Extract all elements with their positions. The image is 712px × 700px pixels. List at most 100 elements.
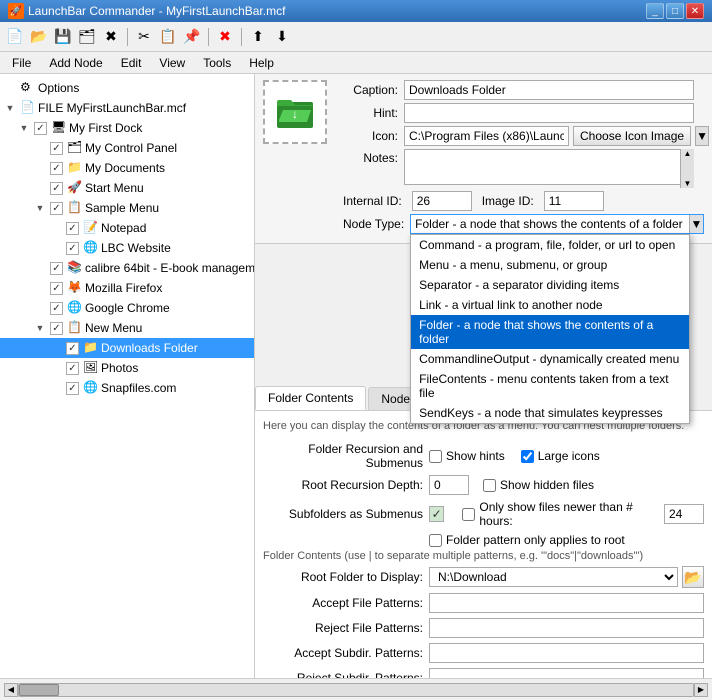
tree-item-controlpanel[interactable]: 🗂 My Control Panel xyxy=(0,138,254,158)
expand-sample[interactable]: ▼ xyxy=(32,200,48,216)
close-button[interactable]: ✕ xyxy=(686,3,704,19)
node-type-select[interactable]: Folder - a node that shows the contents … xyxy=(410,214,704,234)
pattern-input[interactable] xyxy=(429,534,442,547)
tree-item-file[interactable]: ▼ 📄 FILE MyFirstLaunchBar.mcf xyxy=(0,98,254,118)
tree-item-startmenu[interactable]: 🚀 Start Menu xyxy=(0,178,254,198)
check-newmenu[interactable] xyxy=(50,322,63,335)
image-id-input[interactable] xyxy=(544,191,604,211)
check-firefox[interactable] xyxy=(50,282,63,295)
check-snapfiles[interactable] xyxy=(66,382,79,395)
scroll-track[interactable] xyxy=(18,683,694,697)
tree-item-firefox[interactable]: 🦊 Mozilla Firefox xyxy=(0,278,254,298)
expand-dock[interactable]: ▼ xyxy=(16,120,32,136)
check-chrome[interactable] xyxy=(50,302,63,315)
hint-input[interactable] xyxy=(404,103,694,123)
tree-item-samplemenu[interactable]: ▼ 📋 Sample Menu xyxy=(0,198,254,218)
tree-item-lbc[interactable]: 🌐 LBC Website xyxy=(0,238,254,258)
menu-edit[interactable]: Edit xyxy=(113,54,150,72)
paste-button[interactable]: 📌 xyxy=(181,26,203,48)
hidden-files-check[interactable]: Show hidden files xyxy=(483,478,594,492)
tree-item-downloads[interactable]: 📁 Downloads Folder xyxy=(0,338,254,358)
reject-file-input[interactable] xyxy=(429,618,704,638)
show-hints-check[interactable]: Show hints xyxy=(429,449,505,463)
dropdown-item-filecontents[interactable]: FileContents - menu contents taken from … xyxy=(411,369,689,403)
accept-file-input[interactable] xyxy=(429,593,704,613)
dropdown-arrow-icon[interactable]: ▼ xyxy=(695,126,709,146)
dropdown-item-sendkeys[interactable]: SendKeys - a node that simulates keypres… xyxy=(411,403,689,423)
menu-addnode[interactable]: Add Node xyxy=(41,54,110,72)
expand-file[interactable]: ▼ xyxy=(2,100,18,116)
notes-textarea[interactable] xyxy=(404,149,694,185)
tree-item-dock[interactable]: ▼ 🖥 My First Dock xyxy=(0,118,254,138)
close-file-button[interactable]: ✖ xyxy=(100,26,122,48)
newer-check[interactable]: Only show files newer than # hours: xyxy=(462,500,658,528)
hours-input[interactable] xyxy=(664,504,704,524)
choose-icon-button[interactable]: Choose Icon Image xyxy=(573,126,691,146)
photos-label: Photos xyxy=(101,361,138,375)
scroll-right-arrow[interactable]: ▶ xyxy=(694,683,708,697)
tree-item-newmenu[interactable]: ▼ 📋 New Menu xyxy=(0,318,254,338)
movedown-button[interactable]: ⬇ xyxy=(271,26,293,48)
tree-item-photos[interactable]: 🖼 Photos xyxy=(0,358,254,378)
expand-newmenu[interactable]: ▼ xyxy=(32,320,48,336)
large-icons-input[interactable] xyxy=(521,450,534,463)
dropdown-item-folder[interactable]: Folder - a node that shows the contents … xyxy=(411,315,689,349)
new-button[interactable]: 📄 xyxy=(4,26,26,48)
internal-id-input[interactable] xyxy=(412,191,472,211)
check-calibre[interactable] xyxy=(50,262,63,275)
notes-scroll-up[interactable]: ▲ xyxy=(681,149,694,158)
scroll-left-arrow[interactable]: ◀ xyxy=(4,683,18,697)
large-icons-check[interactable]: Large icons xyxy=(521,449,600,463)
node-type-arrow[interactable]: ▼ xyxy=(689,215,703,233)
root-depth-input[interactable] xyxy=(429,475,469,495)
menu-tools[interactable]: Tools xyxy=(195,54,239,72)
pattern-check[interactable]: Folder pattern only applies to root xyxy=(429,533,625,547)
copy-button[interactable]: 📋 xyxy=(157,26,179,48)
tree-item-snapfiles[interactable]: 🌐 Snapfiles.com xyxy=(0,378,254,398)
menu-file[interactable]: File xyxy=(4,54,39,72)
menu-help[interactable]: Help xyxy=(241,54,282,72)
hidden-files-input[interactable] xyxy=(483,479,496,492)
dropdown-item-link[interactable]: Link - a virtual link to another node xyxy=(411,295,689,315)
minimize-button[interactable]: _ xyxy=(646,3,664,19)
save-button[interactable]: 💾 xyxy=(52,26,74,48)
accept-subdir-input[interactable] xyxy=(429,643,704,663)
reject-subdir-input[interactable] xyxy=(429,668,704,678)
maximize-button[interactable]: □ xyxy=(666,3,684,19)
dropdown-item-separator[interactable]: Separator - a separator dividing items xyxy=(411,275,689,295)
tree-item-mydocs[interactable]: 📁 My Documents xyxy=(0,158,254,178)
tree-item-calibre[interactable]: 📚 calibre 64bit - E-book manageme... xyxy=(0,258,254,278)
root-folder-select[interactable]: N:\Download xyxy=(429,567,678,587)
dropdown-item-command[interactable]: Command - a program, file, folder, or ur… xyxy=(411,235,689,255)
subfolders-checkbox[interactable] xyxy=(429,506,444,522)
tab-folder-contents[interactable]: Folder Contents xyxy=(255,386,366,410)
check-downloads[interactable] xyxy=(66,342,79,355)
pattern-label: Folder pattern only applies to root xyxy=(446,533,625,547)
check-start[interactable] xyxy=(50,182,63,195)
dropdown-item-cmdoutput[interactable]: CommandlineOutput - dynamically created … xyxy=(411,349,689,369)
saveas-button[interactable]: 🗂 xyxy=(76,26,98,48)
show-hints-input[interactable] xyxy=(429,450,442,463)
node-type-dropdown[interactable]: Command - a program, file, folder, or ur… xyxy=(410,234,690,424)
cut-button[interactable]: ✂ xyxy=(133,26,155,48)
tree-item-chrome[interactable]: 🌐 Google Chrome xyxy=(0,298,254,318)
dropdown-item-menu[interactable]: Menu - a menu, submenu, or group xyxy=(411,255,689,275)
check-notepad[interactable] xyxy=(66,222,79,235)
check-mydocs[interactable] xyxy=(50,162,63,175)
browse-button[interactable]: 📂 xyxy=(682,566,704,588)
check-photos[interactable] xyxy=(66,362,79,375)
menu-view[interactable]: View xyxy=(151,54,193,72)
tree-item-options[interactable]: ⚙ Options xyxy=(0,78,254,98)
notes-scroll-down[interactable]: ▼ xyxy=(681,179,694,188)
check-lbc[interactable] xyxy=(66,242,79,255)
moveup-button[interactable]: ⬆ xyxy=(247,26,269,48)
newer-input[interactable] xyxy=(462,508,475,521)
icon-path-input[interactable] xyxy=(404,126,569,146)
caption-input[interactable] xyxy=(404,80,694,100)
check-sample[interactable] xyxy=(50,202,63,215)
open-button[interactable]: 📂 xyxy=(28,26,50,48)
delete-button[interactable]: ✖ xyxy=(214,26,236,48)
tree-item-notepad[interactable]: 📝 Notepad xyxy=(0,218,254,238)
check-cp[interactable] xyxy=(50,142,63,155)
check-dock[interactable] xyxy=(34,122,47,135)
